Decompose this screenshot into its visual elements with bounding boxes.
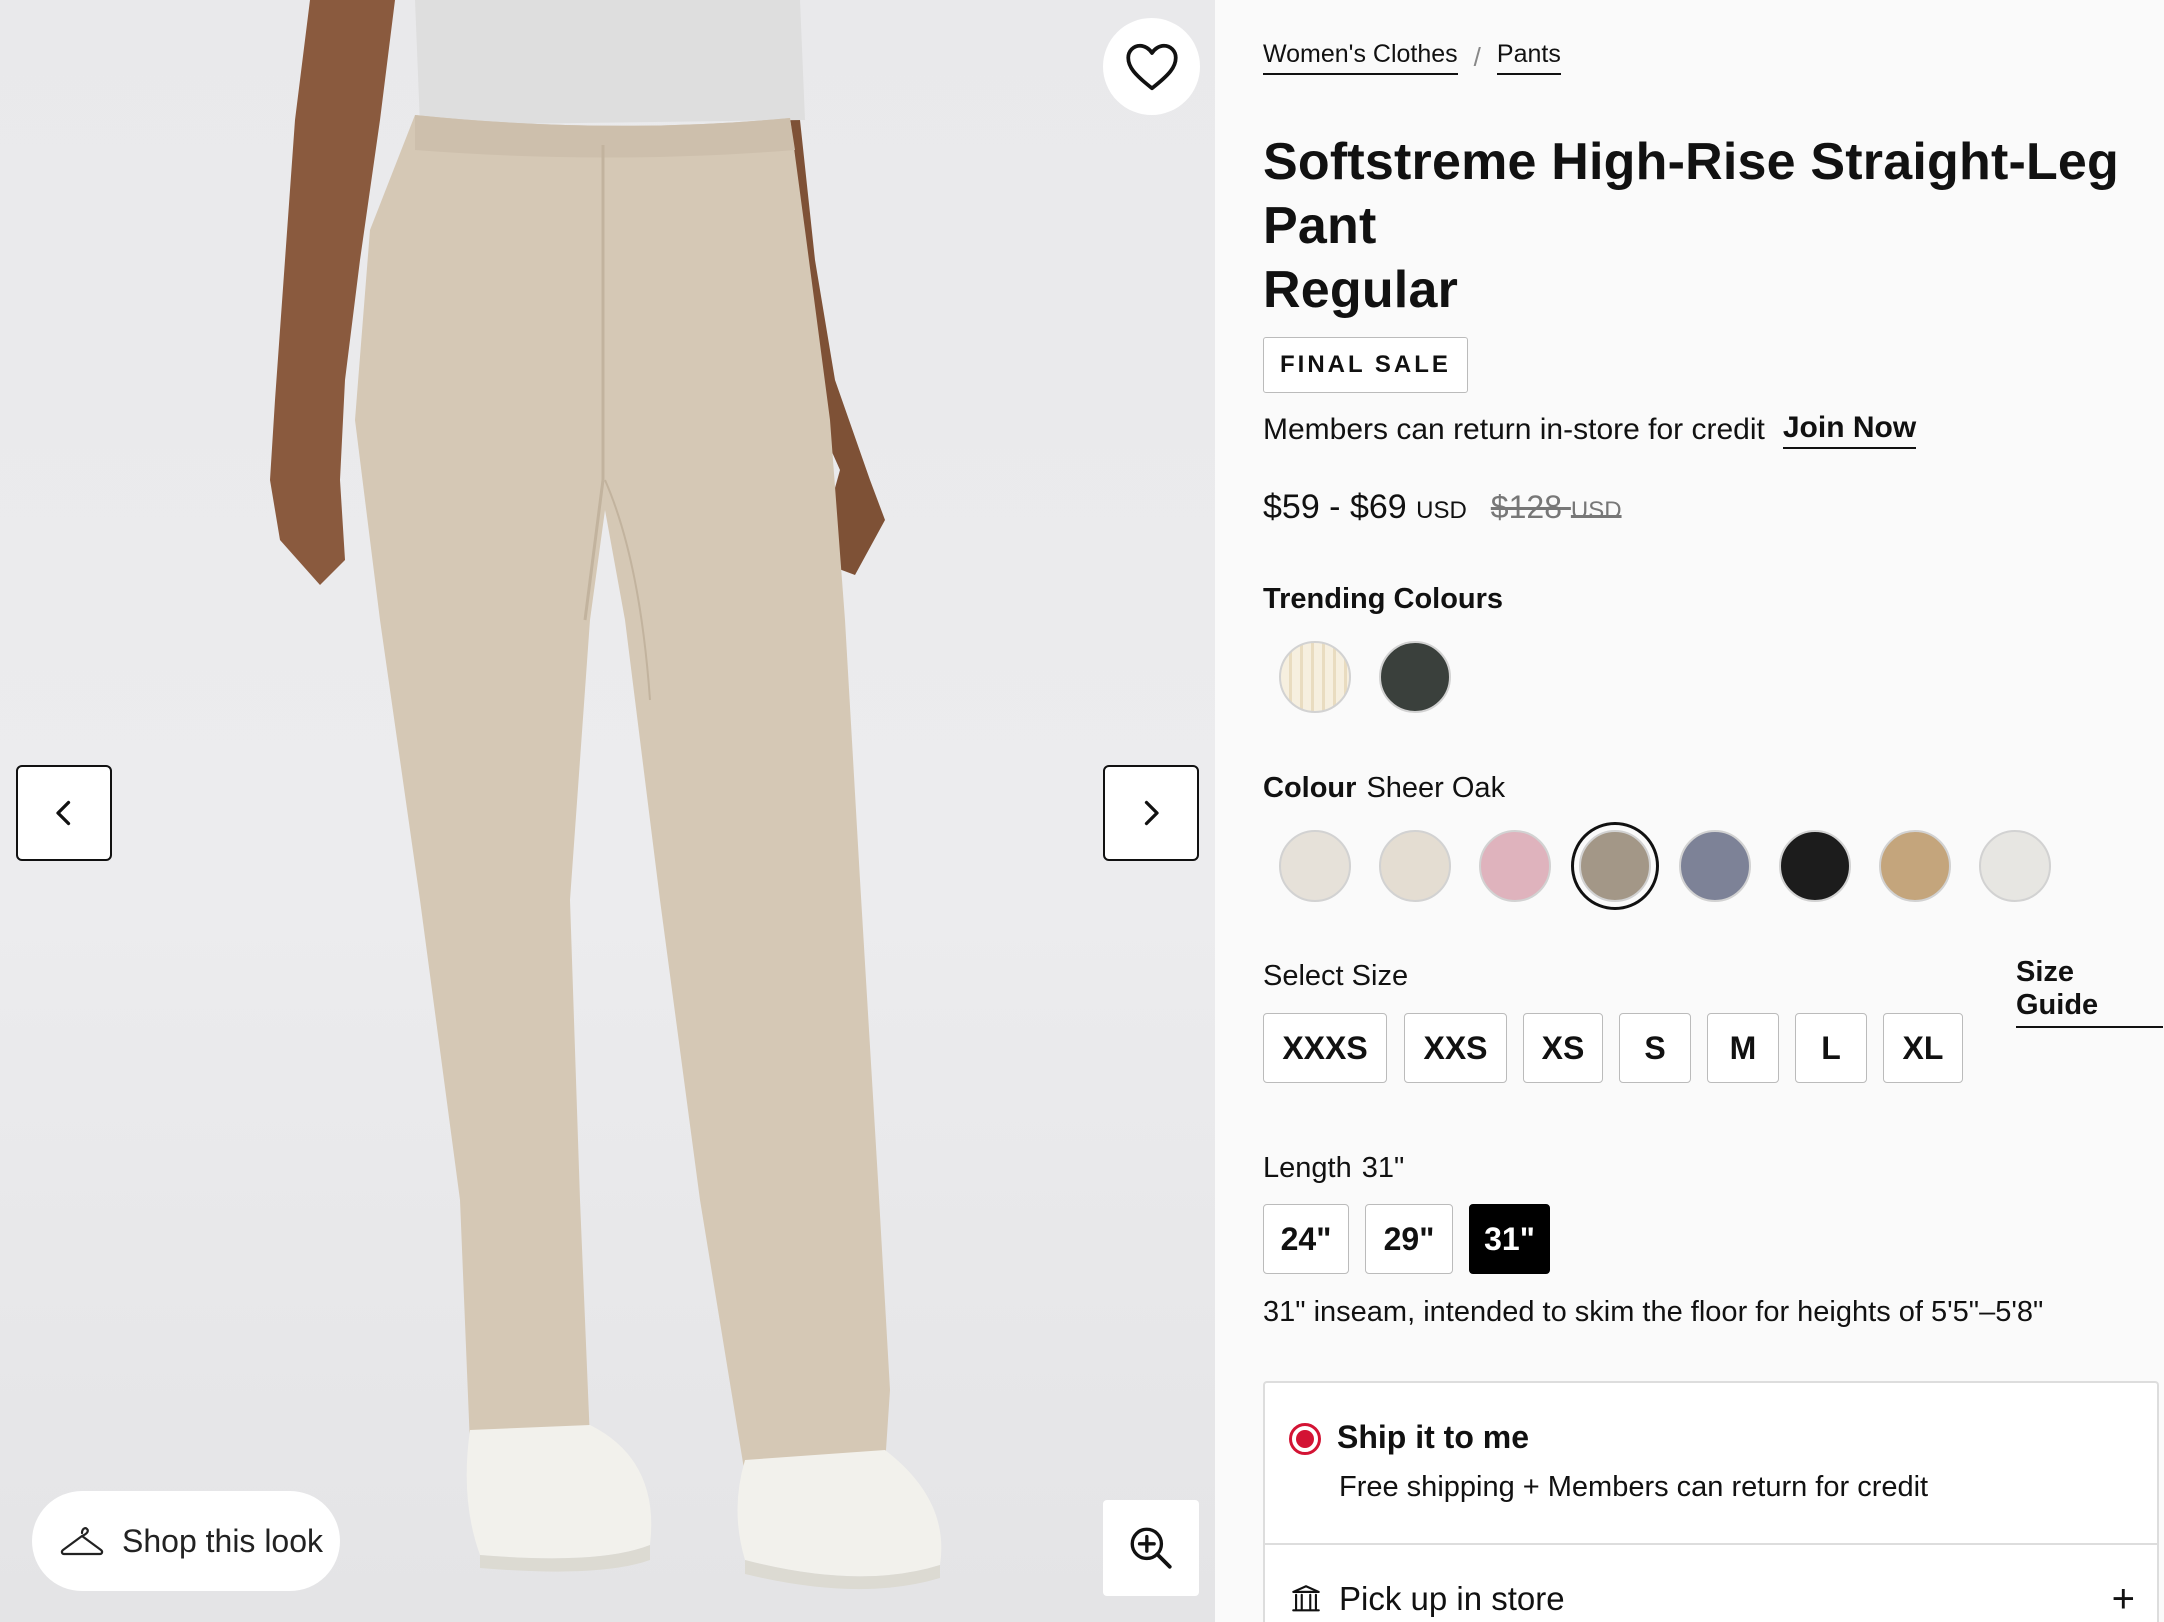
- size-option-l[interactable]: L: [1795, 1013, 1867, 1083]
- next-image-button[interactable]: [1103, 765, 1199, 861]
- pickup-in-store-option[interactable]: Pick up in store +: [1289, 1579, 2135, 1619]
- colour-swatch-5[interactable]: [1679, 830, 1751, 902]
- original-price: $128 USD: [1491, 489, 1622, 526]
- ship-to-me-option[interactable]: Ship it to me: [1289, 1419, 1529, 1456]
- breadcrumb-womens-clothes[interactable]: Women's Clothes: [1263, 40, 1458, 75]
- length-label-text: Length: [1263, 1152, 1352, 1184]
- colour-swatch-7[interactable]: [1879, 830, 1951, 902]
- product-gallery: Shop this look: [0, 0, 1215, 1622]
- original-price-value: $128: [1490, 489, 1562, 525]
- size-option-xxs[interactable]: XXS: [1404, 1013, 1507, 1083]
- colour-swatch-1[interactable]: [1279, 830, 1351, 902]
- ship-to-me-title: Ship it to me: [1337, 1419, 1529, 1455]
- expand-plus-icon[interactable]: +: [2112, 1579, 2135, 1619]
- inseam-note: 31" inseam, intended to skim the floor f…: [1263, 1296, 2044, 1328]
- trending-swatch-dark-green[interactable]: [1379, 641, 1451, 713]
- colour-swatch-sheer-oak[interactable]: [1571, 822, 1659, 910]
- size-option-s[interactable]: S: [1619, 1013, 1691, 1083]
- breadcrumb-separator: /: [1473, 42, 1481, 72]
- length-option-31[interactable]: 31": [1469, 1204, 1550, 1274]
- trending-swatch-cream[interactable]: [1279, 641, 1351, 713]
- length-option-24[interactable]: 24": [1263, 1204, 1349, 1274]
- length-option-29[interactable]: 29": [1365, 1204, 1453, 1274]
- store-icon: [1292, 1585, 1320, 1612]
- breadcrumb: Women's Clothes / Pants: [1263, 40, 1561, 75]
- colour-swatch-3[interactable]: [1479, 830, 1551, 902]
- selected-length: 31": [1361, 1152, 1405, 1184]
- join-now-link[interactable]: Join Now: [1782, 411, 1917, 449]
- product-page: Shop this look Women's Clothes / Pants S…: [0, 0, 2164, 1622]
- chevron-left-icon: [56, 800, 71, 826]
- price: $59 - $69 USD $128 USD: [1263, 488, 1622, 527]
- pickup-in-store-label: Pick up in store: [1339, 1580, 1565, 1617]
- selected-colour-name: Sheer Oak: [1366, 772, 1506, 804]
- colour-swatch-6[interactable]: [1779, 830, 1851, 902]
- original-price-currency: USD: [1570, 497, 1622, 524]
- sale-price-currency: USD: [1416, 497, 1467, 524]
- ship-radio-selected[interactable]: [1289, 1423, 1321, 1455]
- product-fit: Regular: [1263, 261, 1459, 319]
- hanger-icon: [60, 1527, 104, 1556]
- size-option-m[interactable]: M: [1707, 1013, 1779, 1083]
- product-photo: [270, 0, 942, 1590]
- length-label: Length 31": [1263, 1152, 1404, 1185]
- fulfillment-options: Ship it to me Free shipping + Members ca…: [1263, 1381, 2159, 1622]
- zoom-button[interactable]: [1103, 1500, 1199, 1596]
- size-option-xs[interactable]: XS: [1523, 1013, 1603, 1083]
- colour-label: Colour Sheer Oak: [1263, 772, 1505, 805]
- chevron-right-icon: [1144, 800, 1159, 826]
- wishlist-button[interactable]: [1103, 18, 1200, 115]
- colour-swatch-2[interactable]: [1379, 830, 1451, 902]
- size-guide-link[interactable]: Size Guide: [2016, 956, 2163, 1028]
- colour-label-text: Colour: [1263, 772, 1357, 804]
- shop-this-look-button[interactable]: Shop this look: [32, 1491, 340, 1591]
- fulfillment-divider: [1265, 1543, 2157, 1545]
- trending-colours-label: Trending Colours: [1263, 583, 1504, 615]
- product-name: Softstreme High-Rise Straight-Leg Pant: [1263, 133, 2120, 255]
- member-return-note: Members can return in-store for credit J…: [1263, 411, 1917, 449]
- previous-image-button[interactable]: [16, 765, 112, 861]
- product-title: Softstreme High-Rise Straight-Leg Pant R…: [1263, 130, 2143, 322]
- sale-price: $59 - $69 USD: [1263, 488, 1467, 527]
- colour-swatch-8[interactable]: [1979, 830, 2051, 902]
- heart-icon: [1125, 43, 1178, 90]
- final-sale-badge: FINAL SALE: [1263, 337, 1468, 393]
- breadcrumb-pants[interactable]: Pants: [1496, 40, 1561, 75]
- ship-to-me-subtitle: Free shipping + Members can return for c…: [1339, 1471, 1929, 1503]
- sale-price-value: $59 - $69: [1263, 488, 1407, 526]
- zoom-in-icon: [1130, 1527, 1172, 1569]
- size-option-xxxs[interactable]: XXXS: [1263, 1013, 1387, 1083]
- shop-this-look-label: Shop this look: [122, 1522, 324, 1559]
- size-option-xl[interactable]: XL: [1883, 1013, 1963, 1083]
- product-details: Women's Clothes / Pants Softstreme High-…: [1263, 0, 2163, 1622]
- member-return-text: Members can return in-store for credit: [1263, 413, 1765, 446]
- select-size-label: Select Size: [1263, 960, 1409, 992]
